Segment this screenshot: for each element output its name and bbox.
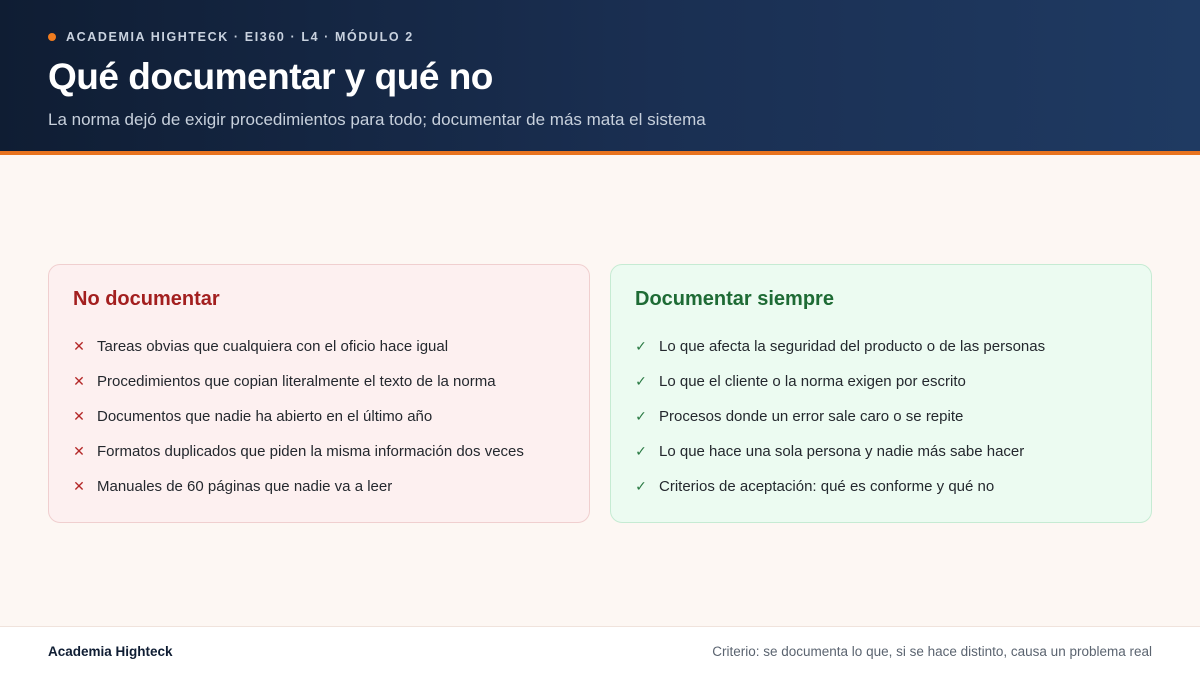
list-item: ✓ Procesos donde un error sale caro o se …: [635, 399, 1127, 434]
footer-note: Criterio: se documenta lo que, si se hac…: [712, 644, 1152, 659]
list-item-text: Documentos que nadie ha abierto en el úl…: [97, 408, 433, 425]
no-document-list: ✕ Tareas obvias que cualquiera con el ofi…: [73, 329, 565, 504]
cross-icon: ✕: [73, 408, 85, 424]
always-document-heading: Documentar siempre: [635, 288, 834, 310]
list-item-text: Lo que el cliente o la norma exigen por …: [659, 373, 966, 390]
check-icon: ✓: [635, 373, 647, 389]
list-item: ✓ Lo que afecta la seguridad del producto…: [635, 329, 1127, 364]
cross-icon: ✕: [73, 338, 85, 354]
list-item-text: Manuales de 60 páginas que nadie va a le…: [97, 478, 393, 495]
list-item-text: Procesos donde un error sale caro o se r…: [659, 408, 964, 425]
check-icon: ✓: [635, 408, 647, 424]
list-item: ✕ Formatos duplicados que piden la misma …: [73, 434, 565, 469]
list-item: ✓ Criterios de aceptación: qué es conform…: [635, 469, 1127, 504]
check-icon: ✓: [635, 338, 647, 354]
list-item: ✓ Lo que el cliente o la norma exigen por…: [635, 364, 1127, 399]
list-item-text: Lo que afecta la seguridad del producto …: [659, 338, 1046, 355]
page-title: Qué documentar y qué no: [48, 56, 493, 97]
list-item-text: Lo que hace una sola persona y nadie más…: [659, 443, 1025, 460]
orange-dot-icon: [48, 33, 56, 41]
list-item-text: Procedimientos que copian literalmente e…: [97, 373, 496, 390]
eyebrow: ACADEMIA HIGHTECK · EI360 · L4 · MÓDULO …: [48, 30, 414, 44]
list-item: ✕ Tareas obvias que cualquiera con el ofi…: [73, 329, 565, 364]
list-item-text: Tareas obvias que cualquiera con el ofic…: [97, 338, 449, 355]
cross-icon: ✕: [73, 478, 85, 494]
always-document-card: Documentar siempre ✓ Lo que afecta la seg…: [610, 264, 1152, 523]
no-document-heading: No documentar: [73, 288, 220, 310]
eyebrow-text: ACADEMIA HIGHTECK · EI360 · L4 · MÓDULO …: [66, 30, 414, 44]
list-item: ✕ Manuales de 60 páginas que nadie va a l…: [73, 469, 565, 504]
page-subtitle: La norma dejó de exigir procedimientos p…: [48, 110, 706, 129]
list-item: ✕ Documentos que nadie ha abierto en el ú…: [73, 399, 565, 434]
cross-icon: ✕: [73, 443, 85, 459]
cross-icon: ✕: [73, 373, 85, 389]
always-document-list: ✓ Lo que afecta la seguridad del producto…: [635, 329, 1127, 504]
list-item: ✕ Procedimientos que copian literalmente …: [73, 364, 565, 399]
header-banner: ACADEMIA HIGHTECK · EI360 · L4 · MÓDULO …: [0, 0, 1200, 155]
footer: Academia Highteck Criterio: se documenta…: [0, 626, 1200, 675]
check-icon: ✓: [635, 443, 647, 459]
footer-brand: Academia Highteck: [48, 644, 173, 659]
list-item-text: Formatos duplicados que piden la misma i…: [97, 443, 524, 460]
check-icon: ✓: [635, 478, 647, 494]
list-item: ✓ Lo que hace una sola persona y nadie má…: [635, 434, 1127, 469]
list-item-text: Criterios de aceptación: qué es conforme…: [659, 478, 995, 495]
no-document-card: No documentar ✕ Tareas obvias que cualqui…: [48, 264, 590, 523]
